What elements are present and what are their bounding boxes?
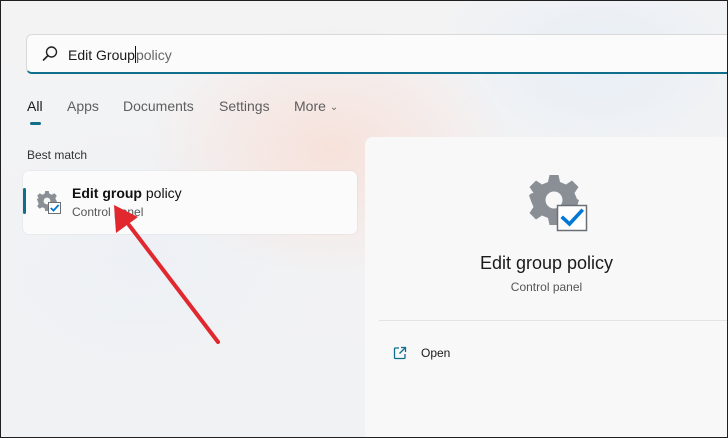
result-subtitle: Control panel [72,205,144,219]
tab-settings[interactable]: Settings [219,98,270,114]
tab-all[interactable]: All [27,98,43,114]
search-typed-text: Edit Group [68,47,135,63]
open-action[interactable]: Open [393,343,450,363]
tab-more[interactable]: More ⌄ [294,98,338,114]
search-input[interactable]: Edit Grouppolicy [26,34,728,74]
best-match-result[interactable]: Edit group policy Control panel [23,171,357,234]
detail-subtitle: Control panel [510,280,583,294]
selection-indicator [23,188,26,214]
result-title: Edit group policy [72,185,182,201]
tab-documents[interactable]: Documents [123,98,194,114]
open-label: Open [421,346,451,360]
result-title-rest: policy [145,185,182,201]
detail-title: Edit group policy [479,253,614,273]
search-icon [42,46,58,61]
open-external-icon [393,346,407,360]
result-title-match: Edit group [72,185,142,201]
result-detail-panel: Edit group policy Control panel Open [365,137,728,438]
best-match-heading: Best match [27,148,88,162]
search-text[interactable]: Edit Grouppolicy [68,46,172,63]
gear-checkbox-icon [529,175,588,232]
tab-active-indicator [30,122,41,125]
gear-checkbox-icon [37,191,61,214]
search-suggestion-text: policy [135,47,172,63]
tab-more-label: More [294,98,326,114]
chevron-down-icon: ⌄ [329,102,339,113]
divider [379,320,728,321]
tab-apps[interactable]: Apps [67,98,99,114]
